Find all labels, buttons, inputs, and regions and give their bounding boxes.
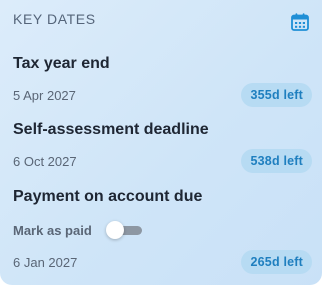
mark-as-paid-toggle[interactable]	[105, 221, 142, 239]
calendar-icon	[291, 13, 309, 31]
date-item-title: Tax year end	[13, 55, 110, 72]
date-item-title: Payment on account due	[13, 188, 203, 205]
days-left-badge: 265d left	[241, 250, 312, 274]
date-item-title: Self-assessment deadline	[13, 121, 209, 138]
card-title: KEY DATES	[13, 11, 96, 27]
key-dates-card: KEY DATES Tax year end 5 Apr 2027 355d l…	[0, 0, 322, 285]
toggle-knob	[105, 221, 124, 239]
date-item-date: 6 Oct 2027	[13, 154, 77, 169]
calendar-button[interactable]	[290, 12, 310, 32]
date-item-date: 5 Apr 2027	[13, 88, 76, 103]
mark-as-paid-row: Mark as paid	[13, 221, 142, 239]
date-item-date: 6 Jan 2027	[13, 255, 78, 270]
mark-as-paid-label: Mark as paid	[13, 222, 92, 238]
days-left-badge: 538d left	[241, 149, 312, 173]
days-left-badge: 355d left	[241, 83, 312, 107]
